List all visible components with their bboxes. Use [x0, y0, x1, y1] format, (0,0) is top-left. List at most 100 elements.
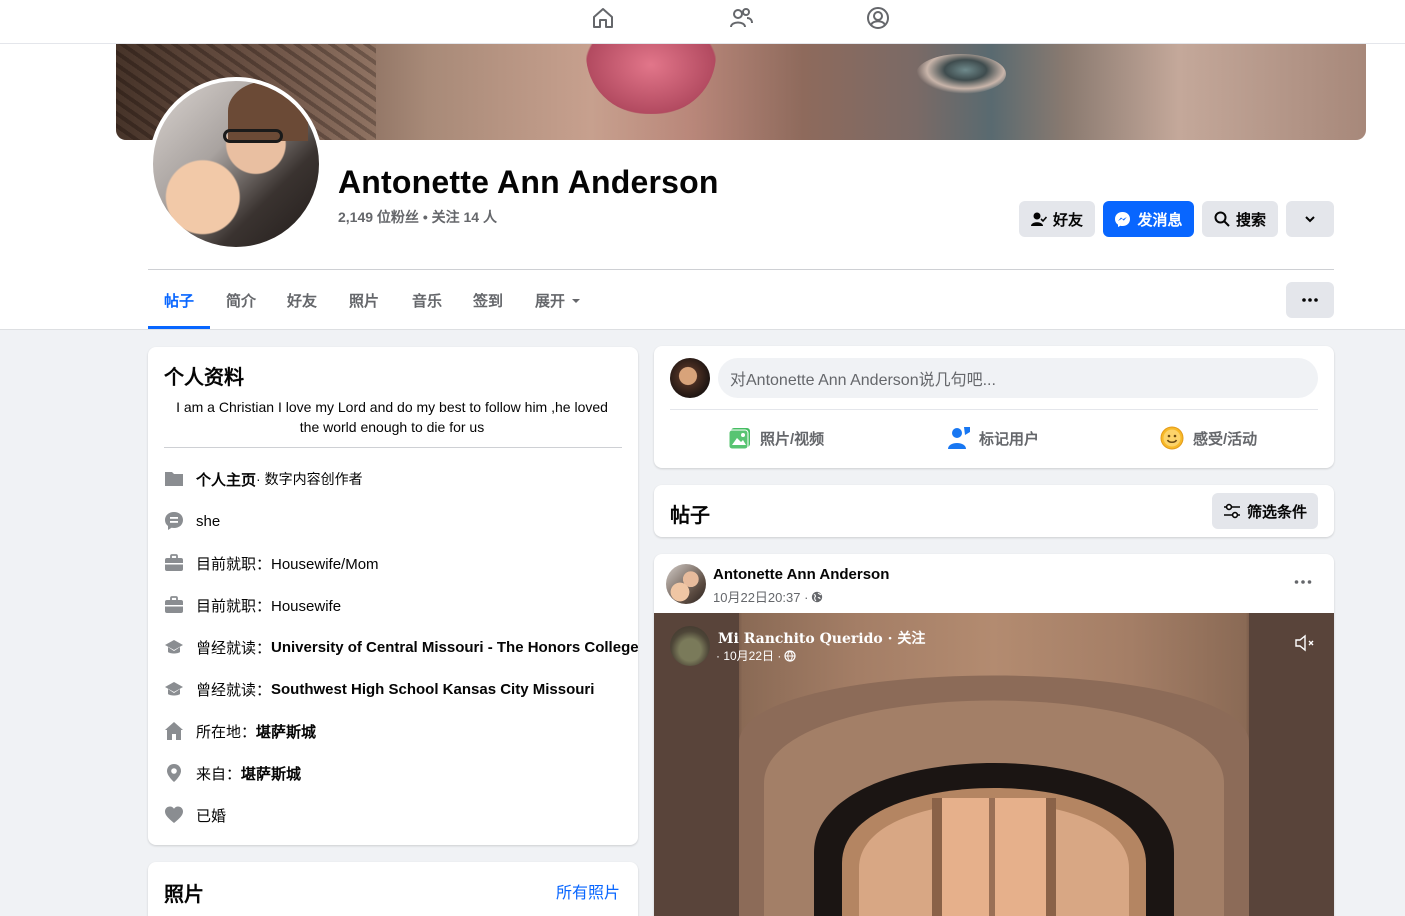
tab-more[interactable]: 展开 — [535, 290, 581, 311]
shared-timestamp: · 10月22日 · — [716, 649, 782, 663]
info-from-pre: 来自： — [196, 765, 242, 783]
info-pronoun-text: she — [196, 512, 221, 530]
shared-meta: · 10月22日 · — [716, 647, 796, 664]
tab-photos[interactable]: 照片 — [349, 290, 379, 311]
info-education-2-link[interactable]: Southwest High School Kansas City Missou… — [271, 681, 594, 698]
filter-button-label: 筛选条件 — [1246, 503, 1307, 521]
info-from-link[interactable]: 堪萨斯城 — [241, 763, 301, 784]
search-button-label: 搜索 — [1235, 211, 1266, 229]
info-row-education-1: 曾经就读： University of Central Missouri - T… — [164, 635, 639, 659]
shared-page-name[interactable]: Mi Ranchito Querido · 关注 — [718, 628, 925, 648]
info-row-work-2: 目前就职：Housewife — [164, 593, 341, 617]
posts-header-card: 帖子 筛选条件 — [654, 485, 1334, 537]
shared-page-avatar[interactable] — [670, 626, 710, 666]
post-author-avatar[interactable] — [666, 564, 706, 604]
search-button[interactable]: 搜索 — [1202, 201, 1278, 237]
info-relationship-text: 已婚 — [196, 807, 227, 825]
intro-card: 个人资料 I am a Christian I love my Lord and… — [148, 347, 639, 845]
composer-avatar[interactable] — [670, 358, 710, 398]
filter-button[interactable]: 筛选条件 — [1212, 493, 1318, 529]
profile-name: Antonette Ann Anderson — [338, 164, 719, 200]
header-divider — [148, 269, 1334, 270]
post-options-icon[interactable] — [1294, 580, 1312, 584]
post-author-name[interactable]: Antonette Ann Anderson — [713, 566, 889, 583]
info-education-1-pre: 曾经就读： — [196, 639, 272, 657]
intro-title: 个人资料 — [164, 367, 244, 389]
caret-down-icon — [572, 298, 581, 303]
profile-icon[interactable] — [865, 5, 891, 31]
globe-icon — [812, 591, 823, 602]
tag-people-button[interactable]: 标记用户 — [947, 424, 1039, 452]
tabs-more-button[interactable] — [1286, 282, 1334, 318]
friends-button[interactable]: 好友 — [1019, 201, 1095, 237]
friends-icon[interactable] — [728, 5, 754, 31]
info-education-1-link[interactable]: University of Central Missouri - The Hon… — [271, 639, 639, 656]
post-video[interactable]: Mi Ranchito Querido · 关注 · 10月22日 · — [654, 613, 1334, 916]
tab-checkins[interactable]: 签到 — [473, 290, 503, 311]
info-page-rest: · 数字内容创作者 — [256, 471, 363, 487]
messenger-icon — [1115, 211, 1131, 227]
post-timestamp[interactable]: 10月22日20:37 · — [713, 587, 808, 606]
tab-about[interactable]: 简介 — [226, 290, 256, 311]
info-work-2-text: 目前就职：Housewife — [196, 597, 342, 615]
chevron-down-icon — [1305, 216, 1315, 223]
tag-people-icon — [948, 427, 970, 449]
education-icon — [165, 640, 183, 654]
home-icon[interactable] — [590, 5, 616, 31]
tab-posts[interactable]: 帖子 — [164, 290, 194, 311]
info-lives-in-pre: 所在地： — [196, 723, 257, 741]
composer-input[interactable]: 对Antonette Ann Anderson说几句吧... — [718, 358, 1318, 398]
friends-button-label: 好友 — [1052, 211, 1083, 229]
info-row-work-1: 目前就职：Housewife/Mom — [164, 551, 379, 575]
home-location-icon — [165, 722, 183, 740]
work-icon — [165, 596, 183, 613]
tab-friends[interactable]: 好友 — [287, 290, 317, 311]
composer-card: 对Antonette Ann Anderson说几句吧... 照片/视频 标记用… — [654, 346, 1334, 468]
message-button-label: 发消息 — [1137, 211, 1183, 229]
info-page-label: 个人主页 — [196, 471, 257, 489]
active-tab-indicator — [148, 326, 210, 329]
info-row-lives-in: 所在地： 堪萨斯城 — [164, 719, 316, 743]
friend-check-icon — [1030, 212, 1047, 226]
profile-stats[interactable]: 2,149 位粉丝 • 关注 14 人 — [338, 207, 497, 227]
info-row-education-2: 曾经就读： Southwest High School Kansas City … — [164, 677, 594, 701]
info-work-1-text: 目前就职：Housewife/Mom — [196, 555, 379, 573]
feeling-icon — [1160, 426, 1184, 450]
message-button[interactable]: 发消息 — [1103, 201, 1194, 237]
pronoun-icon — [165, 512, 183, 530]
composer-divider — [670, 409, 1318, 410]
photo-icon — [728, 428, 750, 450]
photos-card: 照片 所有照片 — [148, 862, 638, 916]
info-row-pronoun: she — [164, 509, 220, 533]
info-row-relationship: 已婚 — [164, 803, 226, 827]
info-education-2-pre: 曾经就读： — [196, 681, 272, 699]
page-icon — [165, 472, 183, 486]
info-row-from: 来自： 堪萨斯城 — [164, 761, 301, 785]
feeling-activity-label: 感受/活动 — [1193, 430, 1258, 448]
photo-video-button[interactable]: 照片/视频 — [728, 424, 824, 452]
info-row-page: 个人主页 · 数字内容创作者 — [164, 467, 363, 491]
intro-bio: I am a Christian I love my Lord and do m… — [176, 399, 608, 435]
mute-icon[interactable] — [1294, 633, 1316, 653]
ellipsis-icon — [1302, 298, 1318, 302]
top-navigation — [0, 0, 1405, 44]
education-icon — [165, 682, 183, 696]
globe-icon — [784, 649, 796, 662]
profile-avatar[interactable] — [149, 77, 323, 251]
filter-icon — [1223, 503, 1240, 519]
tag-people-label: 标记用户 — [979, 430, 1040, 448]
work-icon — [165, 554, 183, 571]
more-actions-button[interactable] — [1286, 201, 1334, 237]
heart-icon — [165, 806, 183, 823]
search-icon — [1214, 211, 1230, 227]
post-meta: 10月22日20:37 · — [713, 587, 823, 606]
info-lives-in-link[interactable]: 堪萨斯城 — [256, 721, 316, 742]
tab-music[interactable]: 音乐 — [412, 290, 442, 311]
posts-title: 帖子 — [670, 505, 710, 527]
pin-icon — [167, 764, 181, 782]
photos-title: 照片 — [164, 884, 204, 906]
post-card: Antonette Ann Anderson 10月22日20:37 · Mi … — [654, 554, 1334, 916]
all-photos-link[interactable]: 所有照片 — [556, 879, 620, 903]
feeling-activity-button[interactable]: 感受/活动 — [1159, 424, 1257, 452]
tab-more-label: 展开 — [535, 293, 566, 310]
